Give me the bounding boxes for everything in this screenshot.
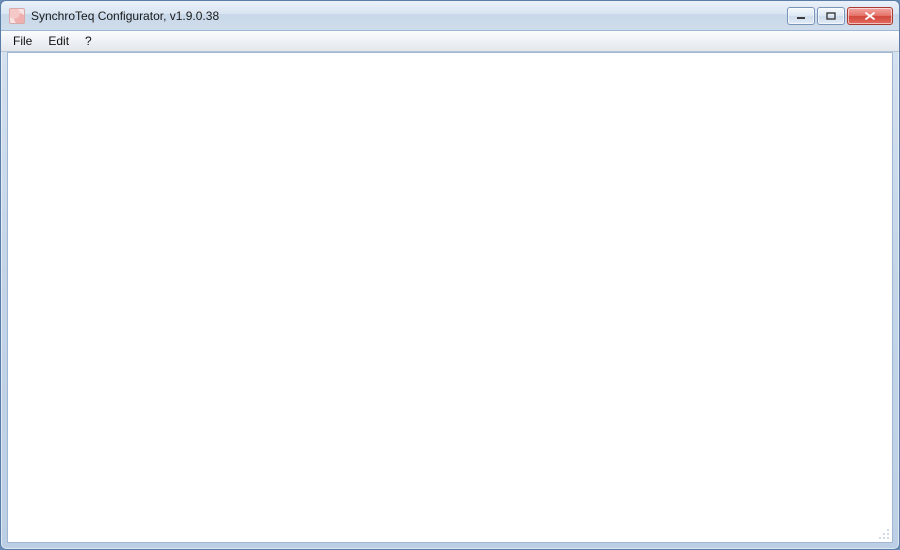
- resize-grip-icon: [876, 526, 890, 540]
- menu-edit[interactable]: Edit: [40, 31, 77, 51]
- minimize-icon: [796, 12, 806, 20]
- menu-label: ?: [85, 34, 92, 48]
- resize-grip[interactable]: [876, 526, 890, 540]
- menu-label: Edit: [48, 34, 69, 48]
- maximize-button[interactable]: [817, 7, 845, 25]
- app-icon: [9, 8, 25, 24]
- close-icon: [864, 12, 876, 20]
- window-title: SynchroTeq Configurator, v1.9.0.38: [31, 9, 787, 23]
- window-controls: [787, 7, 893, 25]
- client-area: [7, 52, 893, 543]
- menu-label: File: [13, 34, 32, 48]
- titlebar[interactable]: SynchroTeq Configurator, v1.9.0.38: [1, 1, 899, 31]
- menu-file[interactable]: File: [5, 31, 40, 51]
- menu-help[interactable]: ?: [77, 31, 100, 51]
- menubar: File Edit ?: [1, 31, 899, 52]
- maximize-icon: [826, 12, 836, 20]
- minimize-button[interactable]: [787, 7, 815, 25]
- app-window: SynchroTeq Configurator, v1.9.0.38 File: [0, 0, 900, 550]
- close-button[interactable]: [847, 7, 893, 25]
